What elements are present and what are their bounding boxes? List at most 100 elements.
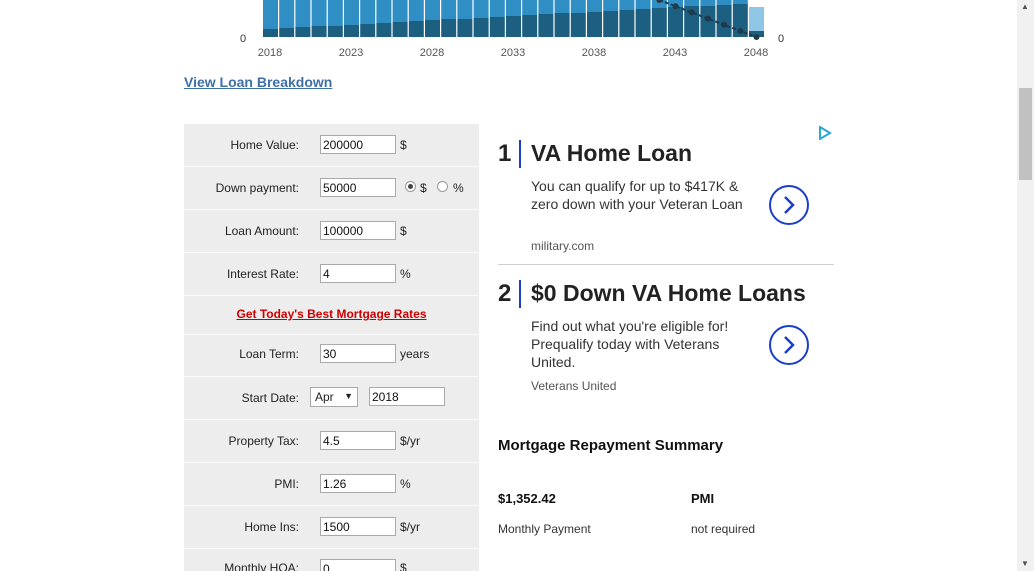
principal-bar: [263, 29, 278, 37]
home-value-label: Home Value:: [230, 138, 299, 152]
chevron-down-icon: ▼: [344, 391, 353, 401]
rates-link-row: Get Today's Best Mortgage Rates: [184, 296, 479, 335]
balance-point: [737, 28, 744, 34]
principal-bar: [457, 19, 473, 37]
x-tick-label: 2028: [420, 47, 444, 59]
pmi-input[interactable]: [320, 474, 396, 493]
principal-bar: [603, 11, 619, 37]
loan-amount-row: Loan Amount: $: [184, 210, 479, 253]
pmi-row: PMI: %: [184, 463, 479, 506]
down-payment-percent-radio[interactable]: [437, 181, 448, 192]
balance-point: [688, 9, 695, 16]
chevron-right-icon: [784, 336, 795, 354]
property-tax-input[interactable]: [320, 431, 396, 450]
property-tax-row: Property Tax: $/yr: [184, 420, 479, 463]
loan-amount-input[interactable]: [320, 221, 396, 240]
down-payment-percent-label: %: [453, 181, 464, 195]
principal-bar: [360, 24, 376, 37]
balance-point: [721, 21, 728, 28]
home-ins-input[interactable]: [320, 517, 396, 536]
interest-bar: [263, 0, 278, 29]
interest-bar: [473, 0, 489, 18]
principal-bar: [392, 22, 408, 37]
ad-1-source[interactable]: military.com: [531, 239, 594, 253]
interest-bar: [506, 0, 521, 16]
interest-rate-label: Interest Rate:: [226, 267, 299, 281]
down-payment-input[interactable]: [320, 178, 396, 197]
home-ins-label: Home Ins:: [244, 520, 299, 534]
x-tick-label: 2033: [501, 47, 525, 59]
scroll-down-icon[interactable]: ▼: [1021, 559, 1029, 568]
ad-1[interactable]: 1 VA Home Loan You can qualify for up to…: [498, 138, 834, 260]
principal-bar: [489, 17, 505, 37]
principal-bar: [279, 28, 295, 37]
start-month-select[interactable]: Apr ▼: [310, 387, 358, 407]
view-loan-breakdown-link[interactable]: View Loan Breakdown: [184, 74, 332, 90]
principal-bar: [716, 5, 732, 37]
principal-bar: [538, 14, 554, 37]
monthly-hoa-row: Monthly HOA: $: [184, 549, 479, 571]
principal-bar: [635, 9, 651, 37]
ad-1-divider-bar: [519, 140, 521, 168]
loan-term-unit: years: [400, 347, 430, 361]
home-value-input[interactable]: [320, 135, 396, 154]
interest-bar: [684, 0, 700, 6]
ad-2-source[interactable]: Veterans United: [531, 379, 616, 393]
principal-bar: [311, 26, 327, 37]
interest-bar: [327, 0, 343, 26]
interest-bar: [392, 0, 408, 22]
interest-bar: [311, 0, 327, 26]
interest-bar: [538, 0, 554, 14]
page-scrollbar[interactable]: ▲ ▼: [1017, 0, 1034, 571]
interest-bar: [587, 0, 602, 12]
start-year-input[interactable]: [369, 387, 445, 406]
pmi-summary-value: PMI: [691, 491, 715, 506]
principal-bar: [473, 18, 489, 37]
principal-bar: [344, 25, 359, 37]
best-mortgage-rates-link[interactable]: Get Today's Best Mortgage Rates: [184, 307, 479, 321]
interest-bar: [441, 0, 457, 19]
principal-bar: [376, 23, 392, 37]
monthly-payment-value: $1,352.42: [498, 491, 556, 506]
ad-2-number: 2: [498, 280, 512, 307]
start-date-label: Start Date:: [241, 391, 299, 405]
scrollbar-thumb[interactable]: [1019, 88, 1032, 180]
ad-1-title[interactable]: VA Home Loan: [531, 140, 692, 167]
ad-2[interactable]: 2 $0 Down VA Home Loans Find out what yo…: [498, 278, 834, 400]
principal-bar: [522, 15, 538, 37]
interest-bar: [457, 0, 473, 19]
loan-term-row: Loan Term: years: [184, 335, 479, 377]
loan-term-input[interactable]: [320, 344, 396, 363]
interest-bar: [635, 0, 651, 9]
down-payment-row: Down payment: $ %: [184, 167, 479, 210]
principal-bar: [425, 20, 440, 37]
monthly-hoa-label: Monthly HOA:: [224, 561, 299, 571]
down-payment-dollar-radio[interactable]: [405, 181, 416, 192]
interest-bar: [716, 0, 732, 5]
principal-bar: [668, 7, 683, 37]
ad-2-arrow-button[interactable]: [769, 325, 809, 365]
home-ins-unit: $/yr: [400, 520, 421, 534]
interest-bar: [489, 0, 505, 17]
interest-rate-row: Interest Rate: %: [184, 253, 479, 296]
interest-bar: [749, 7, 764, 31]
scroll-up-icon[interactable]: ▲: [1021, 2, 1029, 11]
interest-bar: [522, 0, 538, 15]
right-axis-zero: 0: [778, 33, 784, 45]
principal-bar: [441, 19, 457, 37]
ad-1-arrow-button[interactable]: [769, 185, 809, 225]
x-tick-label: 2038: [582, 47, 606, 59]
interest-rate-input[interactable]: [320, 264, 396, 283]
chevron-right-icon: [784, 196, 795, 214]
principal-bar: [619, 10, 635, 37]
property-tax-unit: $/yr: [400, 434, 421, 448]
mortgage-form: Home Value: $ Down payment: $ % Loan Amo…: [184, 124, 479, 571]
principal-bar: [506, 16, 521, 37]
loan-term-label: Loan Term:: [239, 347, 299, 361]
balance-point: [753, 34, 760, 40]
interest-bar: [279, 0, 295, 28]
monthly-hoa-input[interactable]: [320, 559, 396, 571]
interest-bar: [408, 0, 424, 21]
ad-2-title[interactable]: $0 Down VA Home Loans: [531, 280, 806, 307]
down-payment-dollar-label: $: [420, 181, 427, 195]
